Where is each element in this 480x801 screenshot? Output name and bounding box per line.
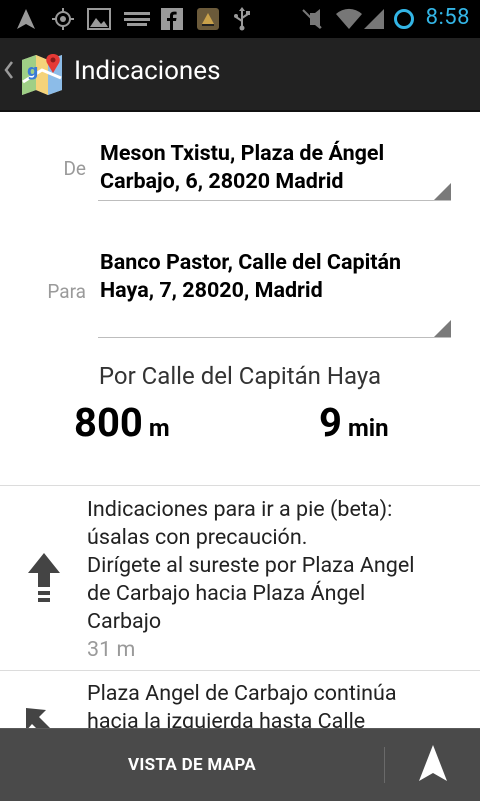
to-field[interactable]: Banco Pastor, Calle del Capitán Haya, 7,… — [100, 249, 440, 305]
mute-icon — [300, 7, 324, 31]
step-divider — [0, 670, 480, 671]
from-label: De — [63, 157, 86, 180]
back-chevron-icon[interactable] — [4, 60, 14, 86]
text-notification-icon — [122, 7, 152, 31]
distance-value: 800 — [74, 399, 143, 446]
route-name: Por Calle del Capitán Haya — [98, 362, 382, 390]
clock: 8:58 — [425, 5, 470, 30]
to-label: Para — [47, 280, 86, 303]
status-bar: 8:58 — [0, 0, 480, 38]
directions-content: De Meson Txistu, Plaza de Ángel Carbajo,… — [0, 112, 480, 728]
signal-icon — [362, 7, 386, 31]
usb-icon — [232, 7, 252, 31]
facebook-icon — [160, 7, 184, 31]
distance-unit: m — [148, 414, 170, 442]
image-icon — [86, 7, 112, 31]
time-unit: min — [347, 414, 389, 442]
map-view-button[interactable]: VISTA DE MAPA — [0, 729, 384, 801]
time-value: 9 — [319, 399, 342, 446]
bottom-action-bar: VISTA DE MAPA — [0, 728, 480, 801]
action-bar: g Indicaciones — [0, 38, 480, 112]
step-instruction: Indicaciones para ir a pie (beta): úsala… — [87, 496, 472, 664]
svg-text:g: g — [27, 61, 38, 80]
navigation-arrow-icon — [418, 744, 448, 786]
straight-arrow-icon — [26, 551, 62, 609]
step-instruction: Plaza Angel de Carbajo continúa hacia la… — [87, 681, 397, 728]
from-field[interactable]: Meson Txistu, Plaza de Ángel Carbajo, 6,… — [100, 140, 440, 196]
from-dropdown-icon[interactable] — [434, 183, 451, 200]
google-maps-icon[interactable]: g — [20, 52, 64, 96]
battery-icon — [392, 7, 416, 31]
gps-icon — [50, 7, 76, 31]
from-field-underline — [98, 200, 451, 201]
turn-left-arrow-icon — [22, 706, 68, 728]
route-distance: 800 m — [74, 399, 170, 446]
start-navigation-button[interactable] — [385, 729, 480, 801]
wifi-icon — [334, 7, 364, 31]
navigation-arrow-icon — [14, 7, 38, 31]
step-distance: 31 m — [87, 637, 136, 662]
app-notification-icon — [196, 7, 220, 31]
to-dropdown-icon[interactable] — [434, 320, 451, 337]
route-time: 9 min — [319, 399, 389, 446]
summary-divider — [0, 485, 480, 486]
to-field-underline — [98, 337, 451, 338]
page-title: Indicaciones — [74, 56, 221, 86]
